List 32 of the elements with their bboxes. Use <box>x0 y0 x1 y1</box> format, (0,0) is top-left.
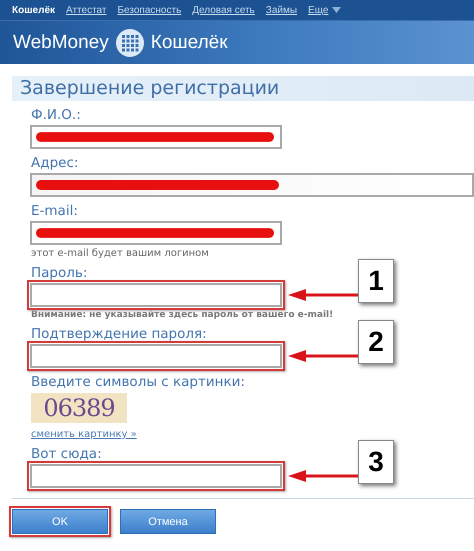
globe-logo-icon <box>114 28 145 58</box>
nav-link[interactable]: Безопасность <box>117 4 182 16</box>
nav-link[interactable]: Кошелёк <box>12 4 56 16</box>
form-button[interactable]: Отмена <box>120 509 216 534</box>
input-field[interactable] <box>30 173 474 197</box>
nav-link[interactable]: Деловая сеть <box>192 4 255 16</box>
field-label: Введите символы с картинки: <box>31 374 245 390</box>
arrow-icon <box>288 288 358 302</box>
step-number: 1 <box>358 259 394 303</box>
page-title: Завершение регистрации <box>12 76 474 101</box>
form-button[interactable]: OK <box>12 509 108 534</box>
field-label: Адрес: <box>31 155 78 171</box>
field-label: Подтверждение пароля: <box>31 326 207 342</box>
field-hint: этот e-mail будет вашим логином <box>31 248 210 259</box>
nav-link[interactable]: Займы <box>266 4 298 16</box>
field-label: Пароль: <box>31 265 88 281</box>
field-label: Ф.И.О.: <box>31 107 81 123</box>
brand-name: WebMoney <box>13 32 109 54</box>
step-number: 3 <box>358 440 394 484</box>
field-label: Вот сюда: <box>31 446 102 462</box>
arrow-icon <box>288 469 358 483</box>
refresh-captcha-link[interactable]: сменить картинку » <box>31 429 474 440</box>
input-field[interactable] <box>30 125 282 149</box>
step-number: 2 <box>358 320 394 364</box>
arrow-icon <box>288 349 358 363</box>
field-hint: Внимание: не указывайте здесь пароль от вашего e-mail! <box>31 310 334 320</box>
captcha-image: 06389 <box>31 393 127 423</box>
field-label: E-mail: <box>31 203 78 219</box>
nav-link[interactable]: Еще <box>308 4 328 16</box>
product-name: Кошелёк <box>150 32 228 54</box>
nav-link[interactable]: Аттестат <box>66 4 106 16</box>
input-field[interactable] <box>30 221 282 245</box>
